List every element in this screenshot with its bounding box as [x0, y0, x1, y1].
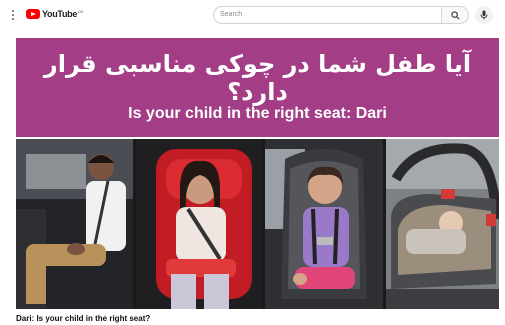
- youtube-logo[interactable]: YouTube DE: [26, 9, 84, 19]
- top-bar: YouTube DE Search: [0, 0, 505, 30]
- photo-girl-harness-seat: [265, 139, 383, 309]
- title-english: Is your child in the right seat: Dari: [128, 105, 387, 122]
- title-dari: آیا طفل شما در چوکی مناسبی قرار دارد؟: [43, 50, 472, 106]
- mic-button[interactable]: [475, 6, 493, 24]
- photo-infant-rear-facing-seat: [386, 139, 499, 309]
- logo-text: YouTube: [42, 9, 78, 19]
- photo-teen-back-seat: [16, 139, 133, 309]
- logo-country: DE: [78, 8, 84, 14]
- search-icon: [450, 10, 459, 19]
- video-title-banner[interactable]: آیا طفل شما در چوکی مناسبی قرار دارد؟ Is…: [16, 38, 499, 137]
- video-title[interactable]: Dari: Is your child in the right seat?: [16, 314, 150, 323]
- photo-girl-booster-seat: [136, 139, 262, 309]
- menu-icon[interactable]: [8, 10, 18, 20]
- search-input[interactable]: Search: [213, 6, 441, 24]
- youtube-logo-icon: [26, 9, 40, 19]
- video-thumbnail-photos[interactable]: [16, 139, 499, 309]
- mic-icon: [480, 10, 488, 20]
- search-button[interactable]: [441, 6, 469, 24]
